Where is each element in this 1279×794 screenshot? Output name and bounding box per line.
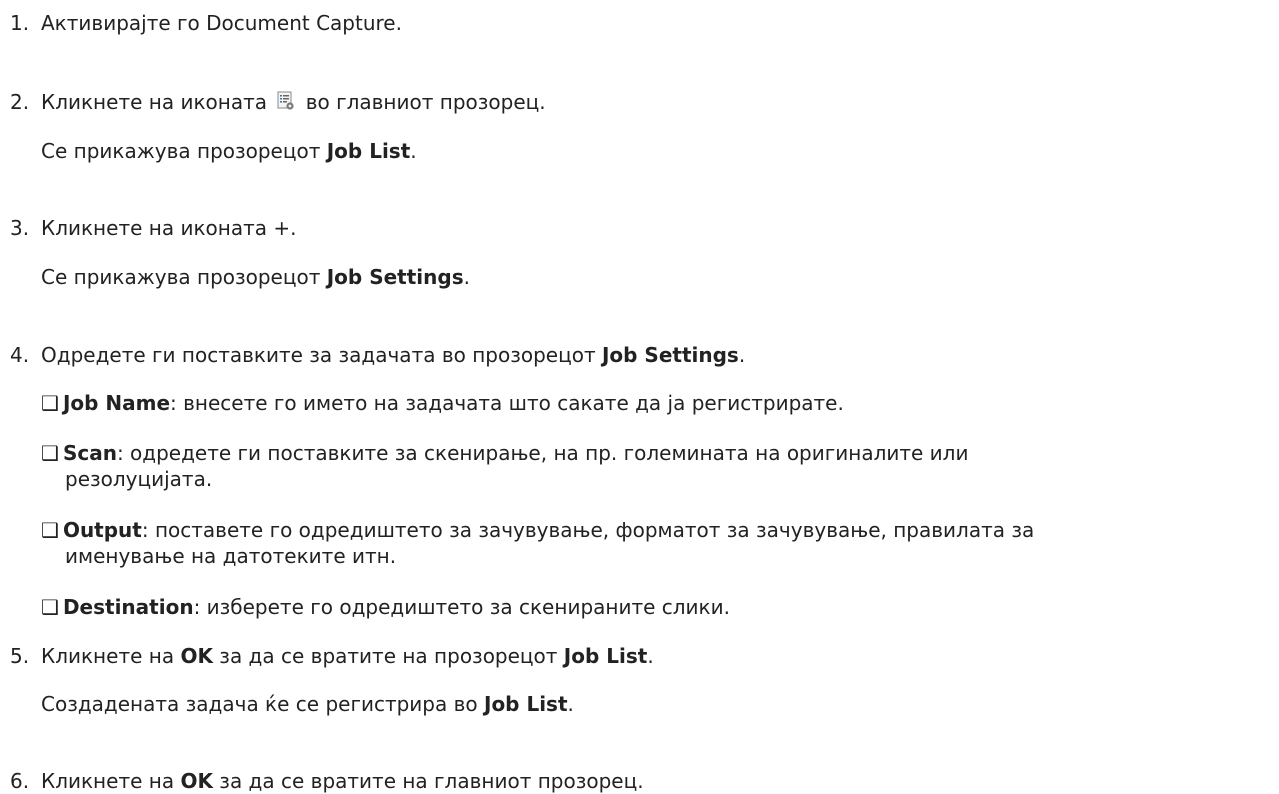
- checkbox-bullet-icon: ❑: [41, 391, 59, 415]
- bullet-text: : изберете го одредиштето за скенираните…: [193, 595, 730, 619]
- bullet-scan: ❑ Scan: одредете ги поставките за скенира…: [41, 440, 1271, 492]
- instructions-document: 1. Активирајте го Document Capture. 2. Кли…: [0, 0, 1279, 794]
- ok-label: OK: [180, 769, 213, 793]
- ok-label: OK: [180, 644, 213, 668]
- step-text: Кликнете на иконата +.: [41, 216, 297, 240]
- step-number: 2.: [10, 90, 30, 114]
- step-text-after: во главниот прозорец.: [305, 90, 546, 114]
- note-text: Се прикажува прозорецот: [41, 139, 327, 163]
- window-name-job-list: Job List: [484, 692, 568, 716]
- step-number: 4.: [10, 343, 30, 367]
- step-text-before: Кликнете на иконата: [41, 90, 267, 114]
- bullet-text-continued: именување на датотеките итн.: [65, 544, 397, 568]
- bullet-text: : одредете ги поставките за скенирање, н…: [116, 441, 969, 465]
- bullet-destination: ❑ Destination: изберете го одредиштето за…: [41, 594, 1271, 620]
- step-3: 3. Кликнете на иконата +.: [10, 215, 296, 241]
- bullet-text-continued: резолуцијата.: [65, 467, 213, 491]
- job-settings-icon: [277, 91, 295, 111]
- step-text: Активирајте го Document Capture.: [41, 11, 402, 35]
- bullet-output: ❑ Output: поставете го одредиштето за зач…: [41, 517, 1271, 569]
- bullet-text: : поставете го одредиштето за зачувување…: [141, 518, 1035, 542]
- step-2: 2. Кликнете на иконата во главниот прозор…: [10, 89, 546, 115]
- step-5-note: Создадената задача ќе се регистрира во J…: [41, 691, 574, 717]
- window-name-job-settings: Job Settings: [326, 265, 464, 289]
- step-text-before: Кликнете на: [41, 769, 181, 793]
- step-number: 6.: [10, 769, 30, 793]
- bullet-label: Output: [62, 518, 142, 542]
- step-1: 1. Активирајте го Document Capture.: [10, 10, 402, 36]
- step-6: 6. Кликнете на OK за да се вратите на гла…: [10, 768, 644, 794]
- step-2-note: Се прикажува прозорецот Job List.: [41, 138, 417, 164]
- bullet-text: : внесете го името на задачата што сакат…: [170, 391, 844, 415]
- step-number: 3.: [10, 216, 30, 240]
- step-punct: .: [647, 644, 654, 668]
- note-text: Се прикажува прозорецот: [41, 265, 327, 289]
- step-3-note: Се прикажува прозорецот Job Settings.: [41, 264, 470, 290]
- checkbox-bullet-icon: ❑: [41, 595, 59, 619]
- bullet-label: Destination: [62, 595, 194, 619]
- note-punct: .: [463, 265, 470, 289]
- step-5: 5. Кликнете на OK за да се вратите на про…: [10, 643, 654, 669]
- bullet-label: Scan: [62, 441, 117, 465]
- step-text-before: Кликнете на: [41, 644, 181, 668]
- bullet-label: Job Name: [62, 391, 171, 415]
- checkbox-bullet-icon: ❑: [41, 441, 59, 465]
- checkbox-bullet-icon: ❑: [41, 518, 59, 542]
- step-text-after: за да се вратите на главниот прозорец.: [212, 769, 644, 793]
- bullet-job-name: ❑ Job Name: внесете го името на задачата …: [41, 390, 1271, 416]
- window-name-job-list: Job List: [326, 139, 411, 163]
- step-number: 5.: [10, 644, 30, 668]
- window-name-job-list: Job List: [563, 644, 648, 668]
- window-name-job-settings: Job Settings: [601, 343, 739, 367]
- step-text-middle: за да се вратите на прозорецот: [212, 644, 564, 668]
- step-punct: .: [738, 343, 746, 367]
- note-text: Создадената задача ќе се регистрира во: [41, 692, 484, 716]
- note-punct: .: [410, 139, 417, 163]
- step-4: 4. Одредете ги поставките за задачата во …: [10, 342, 745, 368]
- step-text-before: Одредете ги поставките за задачата во пр…: [41, 343, 602, 367]
- note-punct: .: [567, 692, 574, 716]
- step-number: 1.: [10, 11, 30, 35]
